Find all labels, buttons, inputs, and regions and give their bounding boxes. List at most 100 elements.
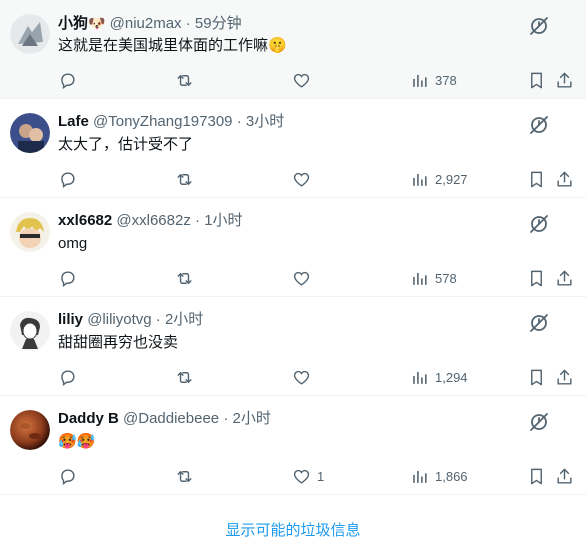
share-icon: [557, 72, 572, 88]
share-icon: [557, 468, 572, 484]
reply-item[interactable]: liliy @liliyotvg · 2小时 甜甜圈再穷也没卖 1,294: [0, 297, 586, 396]
views-icon: [413, 371, 427, 384]
mute-icon[interactable]: [528, 114, 550, 136]
views-button[interactable]: 378: [410, 68, 457, 92]
retweet-button[interactable]: [175, 464, 194, 488]
reply-icon: [61, 369, 75, 386]
share-icon: [557, 369, 572, 385]
view-count: 1,866: [435, 468, 468, 484]
views-icon: [413, 74, 427, 87]
retweet-button[interactable]: [175, 167, 194, 191]
display-name[interactable]: 小狗: [58, 15, 88, 32]
like-button[interactable]: 1: [292, 464, 324, 488]
like-button[interactable]: [292, 68, 317, 92]
like-count: 1: [317, 468, 325, 484]
view-count: 378: [435, 72, 457, 88]
views-button[interactable]: 2,927: [410, 167, 468, 191]
reply-header: liliy @liliyotvg · 2小时: [58, 310, 203, 330]
like-button[interactable]: [292, 365, 317, 389]
retweet-button[interactable]: [175, 68, 194, 92]
retweet-button[interactable]: [175, 266, 194, 290]
like-icon: [293, 73, 310, 88]
timestamp[interactable]: 2小时: [233, 410, 271, 427]
views-icon: [413, 470, 427, 483]
reply-button[interactable]: [58, 266, 77, 290]
like-button[interactable]: [292, 167, 317, 191]
reply-header: 小狗🐶 @niu2max · 59分钟: [58, 13, 242, 34]
bookmark-button[interactable]: [527, 167, 546, 191]
user-handle[interactable]: @niu2max: [110, 15, 182, 32]
share-button[interactable]: [555, 167, 574, 191]
mute-icon[interactable]: [528, 312, 550, 334]
bookmark-icon: [531, 468, 542, 484]
timestamp[interactable]: 1小时: [204, 212, 242, 229]
retweet-button[interactable]: [175, 365, 194, 389]
separator: ·: [223, 410, 229, 427]
timestamp[interactable]: 59分钟: [195, 15, 242, 32]
like-button[interactable]: [292, 266, 317, 290]
bookmark-button[interactable]: [527, 68, 546, 92]
mute-icon[interactable]: [528, 15, 550, 37]
bookmark-button[interactable]: [527, 464, 546, 488]
avatar[interactable]: [10, 311, 50, 351]
reply-item[interactable]: xxl6682 @xxl6682z · 1小时 omg 578: [0, 198, 586, 297]
reply-item[interactable]: 小狗🐶 @niu2max · 59分钟 这就是在美国城里体面的工作嘛🤫 378: [0, 0, 586, 99]
share-button[interactable]: [555, 464, 574, 488]
retweet-icon: [177, 74, 192, 86]
reply-button[interactable]: [58, 464, 77, 488]
mute-icon[interactable]: [528, 411, 550, 433]
reply-icon: [61, 270, 75, 287]
view-count: 2,927: [435, 171, 468, 187]
like-icon: [293, 172, 310, 187]
bookmark-icon: [531, 171, 542, 187]
mute-icon[interactable]: [528, 213, 550, 235]
user-handle[interactable]: @TonyZhang197309: [93, 113, 233, 130]
retweet-icon: [177, 470, 192, 482]
action-bar: 1,294: [58, 365, 576, 389]
reply-item[interactable]: Daddy B @Daddiebeee · 2小时 🥵🥵 1 1,866: [0, 396, 586, 495]
share-button[interactable]: [555, 68, 574, 92]
user-handle[interactable]: @Daddiebeee: [123, 410, 219, 427]
like-icon: [293, 271, 310, 286]
reply-button[interactable]: [58, 68, 77, 92]
reply-text: 甜甜圈再穷也没卖: [58, 334, 179, 351]
share-button[interactable]: [555, 266, 574, 290]
reply-button[interactable]: [58, 167, 77, 191]
reply-header: xxl6682 @xxl6682z · 1小时: [58, 211, 243, 231]
separator: ·: [185, 15, 191, 32]
views-button[interactable]: 1,294: [410, 365, 468, 389]
avatar[interactable]: [10, 14, 50, 54]
views-button[interactable]: 578: [410, 266, 457, 290]
action-bar: 578: [58, 266, 576, 290]
views-button[interactable]: 1,866: [410, 464, 468, 488]
reply-icon: [61, 171, 75, 188]
avatar[interactable]: [10, 410, 50, 450]
bookmark-button[interactable]: [527, 266, 546, 290]
reply-item[interactable]: Lafe @TonyZhang197309 · 3小时 太大了，估计受不了 2,…: [0, 99, 586, 198]
display-name[interactable]: liliy: [58, 311, 83, 328]
action-bar: 378: [58, 68, 576, 92]
view-count: 578: [435, 270, 457, 286]
action-bar: 1 1,866: [58, 464, 576, 488]
user-handle[interactable]: @liliyotvg: [87, 311, 151, 328]
separator: ·: [195, 212, 201, 229]
display-name[interactable]: Lafe: [58, 113, 89, 130]
reply-text: 这就是在美国城里体面的工作嘛🤫: [58, 37, 287, 54]
timestamp[interactable]: 3小时: [246, 113, 284, 130]
display-name[interactable]: xxl6682: [58, 212, 112, 229]
reply-feed: 小狗🐶 @niu2max · 59分钟 这就是在美国城里体面的工作嘛🤫 378 …: [0, 0, 586, 550]
reply-header: Daddy B @Daddiebeee · 2小时: [58, 409, 271, 429]
bookmark-button[interactable]: [527, 365, 546, 389]
avatar[interactable]: [10, 113, 50, 153]
share-button[interactable]: [555, 365, 574, 389]
share-icon: [557, 270, 572, 286]
separator: ·: [155, 311, 161, 328]
reply-button[interactable]: [58, 365, 77, 389]
display-name[interactable]: Daddy B: [58, 410, 119, 427]
name-emoji: 🐶: [88, 15, 106, 31]
show-spam-link[interactable]: 显示可能的垃圾信息: [0, 517, 586, 545]
avatar[interactable]: [10, 212, 50, 252]
retweet-icon: [177, 272, 192, 284]
user-handle[interactable]: @xxl6682z: [116, 212, 190, 229]
timestamp[interactable]: 2小时: [165, 311, 203, 328]
